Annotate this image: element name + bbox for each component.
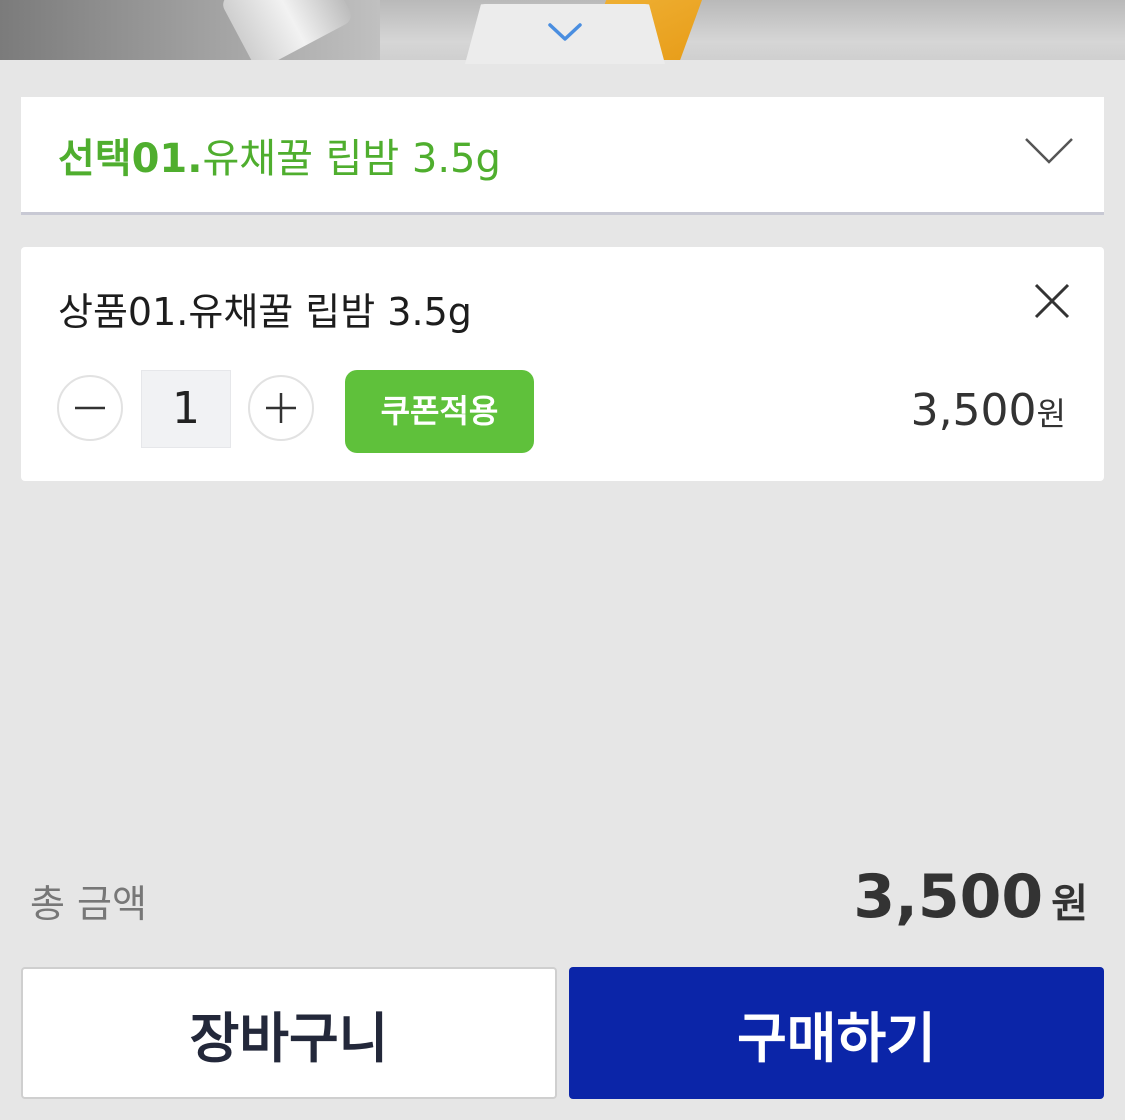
item-price-unit: 원 bbox=[1036, 395, 1066, 433]
minus-icon bbox=[75, 406, 105, 410]
quantity-input[interactable]: 1 bbox=[141, 370, 231, 448]
selected-item-card: 상품01.유채꿀 립밤 3.5g 1 쿠폰적용 3,500원 bbox=[21, 247, 1104, 481]
chevron-down-icon bbox=[548, 23, 582, 41]
total-amount: 3,500 원 bbox=[853, 862, 1088, 932]
increase-quantity-button[interactable] bbox=[248, 375, 314, 441]
item-title: 상품01.유채꿀 립밤 3.5g bbox=[58, 290, 472, 334]
item-price: 3,500원 bbox=[911, 385, 1066, 436]
add-to-cart-button[interactable]: 장바구니 bbox=[21, 967, 557, 1099]
purchase-sheet: 선택01. 유채꿀 립밤 3.5g 상품01.유채꿀 립밤 3.5g 1 쿠폰적… bbox=[0, 0, 1125, 1120]
total-label: 총 금액 bbox=[30, 882, 147, 926]
plus-icon bbox=[266, 393, 296, 423]
total-amount-unit: 원 bbox=[1051, 881, 1088, 927]
item-price-value: 3,500 bbox=[910, 385, 1037, 436]
option-select[interactable]: 선택01. 유채꿀 립밤 3.5g bbox=[21, 97, 1104, 215]
buy-now-button[interactable]: 구매하기 bbox=[569, 967, 1104, 1099]
chevron-down-icon bbox=[1025, 138, 1073, 164]
option-value: 유채꿀 립밤 3.5g bbox=[202, 135, 501, 182]
collapse-handle[interactable] bbox=[465, 4, 665, 64]
close-icon[interactable] bbox=[1034, 283, 1070, 319]
total-amount-value: 3,500 bbox=[853, 862, 1044, 932]
apply-coupon-button[interactable]: 쿠폰적용 bbox=[345, 370, 534, 453]
option-prefix: 선택01. bbox=[58, 135, 203, 182]
decrease-quantity-button[interactable] bbox=[57, 375, 123, 441]
